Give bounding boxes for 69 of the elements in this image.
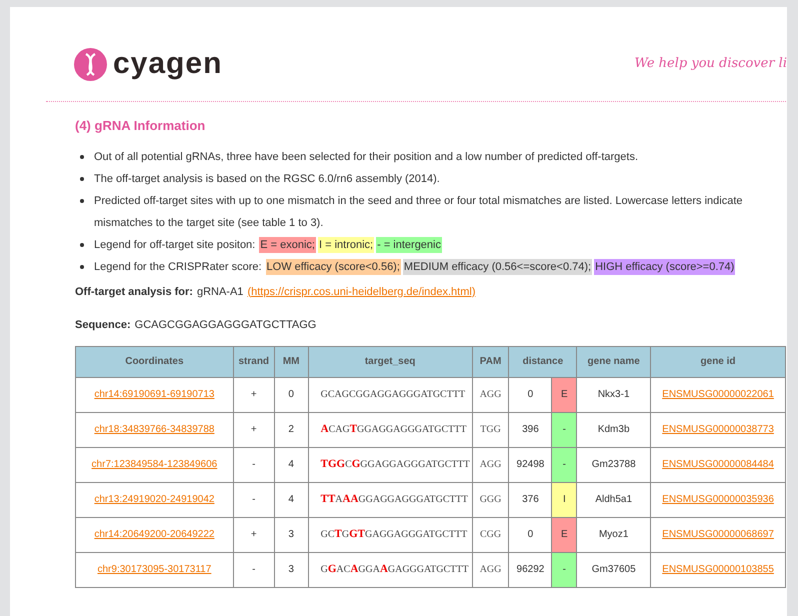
target-sequence: GCTGGTGAGGAGGGATGCTTT — [320, 529, 468, 540]
column-header: strand — [233, 346, 274, 377]
grna-name: gRNA-A1 — [196, 284, 244, 300]
bullet-text: The off-target analysis is based on the RGSC 6.0/rn6 assembly (2014). — [94, 172, 440, 186]
column-header: MM — [274, 346, 308, 377]
gene-name-cell: Gm37605 — [576, 552, 651, 587]
strand-cell: + — [233, 377, 274, 412]
mm-cell: 3 — [274, 552, 308, 587]
pam-cell: CGG — [472, 517, 509, 552]
mm-cell: 4 — [274, 482, 308, 517]
target-sequence: GCAGCGGAGGAGGGATGCTTT — [320, 389, 466, 400]
logo-text: cyagen — [113, 49, 222, 79]
gene-name-cell: Kdm3b — [576, 412, 651, 447]
logo-icon — [74, 48, 107, 80]
column-header: PAM — [472, 346, 509, 377]
section-title: (4) gRNA Information — [75, 117, 206, 135]
bullet-text: Predicted off-target sites with up to one mismatch in the seed and three or four total mismatches are listed. Lowercase letters indicate mismatches to the target site (see table 1 to 3). — [94, 194, 744, 230]
bullet-icon — [80, 154, 84, 158]
legend-tag: E = exonic; — [259, 236, 316, 252]
strand-cell: - — [233, 482, 274, 517]
bullet-icon — [80, 198, 84, 202]
column-header: Coordinates — [76, 346, 234, 377]
target-sequence: ACAGTGGAGGAGGGATGCTTT — [320, 424, 466, 436]
site-cell: - — [552, 447, 577, 482]
legend-tag: HIGH efficacy (score>=0.74) — [594, 258, 736, 274]
site-cell: E — [552, 377, 577, 412]
mm-cell: 0 — [274, 377, 308, 412]
pam-cell: AGG — [472, 377, 509, 412]
bullet-icon — [80, 242, 84, 246]
bullet-icon — [80, 176, 84, 180]
gene-name-cell: Gm23788 — [576, 447, 651, 482]
column-header: gene id — [650, 346, 786, 377]
pam-cell: TGG — [472, 412, 509, 447]
target-sequence: TGGCGGGAGGAGGGATGCTTT — [320, 459, 470, 470]
sequence-label: Sequence: — [75, 318, 131, 333]
site-cell: I — [552, 482, 577, 517]
mm-cell: 4 — [274, 447, 308, 482]
column-header: target_seq — [308, 346, 472, 377]
gene-name-cell: Myoz1 — [576, 517, 651, 552]
bullet-text: Out of all potential gRNAs, three have been selected for their position and a low number of predicted off-targets. — [94, 150, 638, 164]
bullet-icon — [80, 264, 84, 268]
site-cell: - — [552, 552, 577, 587]
gene-name-cell: Nkx3-1 — [576, 377, 651, 412]
strand-cell: + — [233, 412, 274, 447]
site-cell: - — [552, 412, 577, 447]
analysis-label: Off-target analysis for: — [75, 284, 193, 300]
target-sequence: GGACAGGAAGAGGGATGCTTT — [320, 564, 468, 576]
legend-tag: MEDIUM efficacy (0.56<=score<0.74); — [402, 258, 592, 274]
pam-cell: AGG — [472, 552, 509, 587]
legend-label: Legend for the CRISPRater score: — [94, 260, 262, 274]
site-cell: E — [552, 517, 577, 552]
legend-tag: LOW efficacy (score<0.56); — [266, 258, 401, 274]
tagline: We help you discover li — [634, 55, 787, 74]
sequence-value: GCAGCGGAGGAGGGATGCTTAGG — [134, 318, 316, 333]
legend-label: Legend for off-target site positon: — [94, 238, 256, 252]
strand-cell: - — [233, 552, 274, 587]
column-header: distance — [508, 346, 577, 377]
strand-cell: - — [233, 447, 274, 482]
pam-cell: GGG — [472, 482, 509, 517]
mm-cell: 2 — [274, 412, 308, 447]
pam-cell: AGG — [472, 447, 509, 482]
strand-cell: + — [233, 517, 274, 552]
mm-cell: 3 — [274, 517, 308, 552]
gene-name-cell: Aldh5a1 — [576, 482, 651, 517]
crispr-link[interactable]: (https://crispr.cos.uni-heidelberg.de/index.html) — [247, 284, 476, 300]
legend-tag: I = intronic; — [318, 236, 374, 252]
legend-tag: - = intergenic — [376, 236, 442, 252]
column-header: gene name — [576, 346, 651, 377]
target-sequence: TTAAAGGAGGAGGGATGCTTT — [320, 494, 468, 506]
